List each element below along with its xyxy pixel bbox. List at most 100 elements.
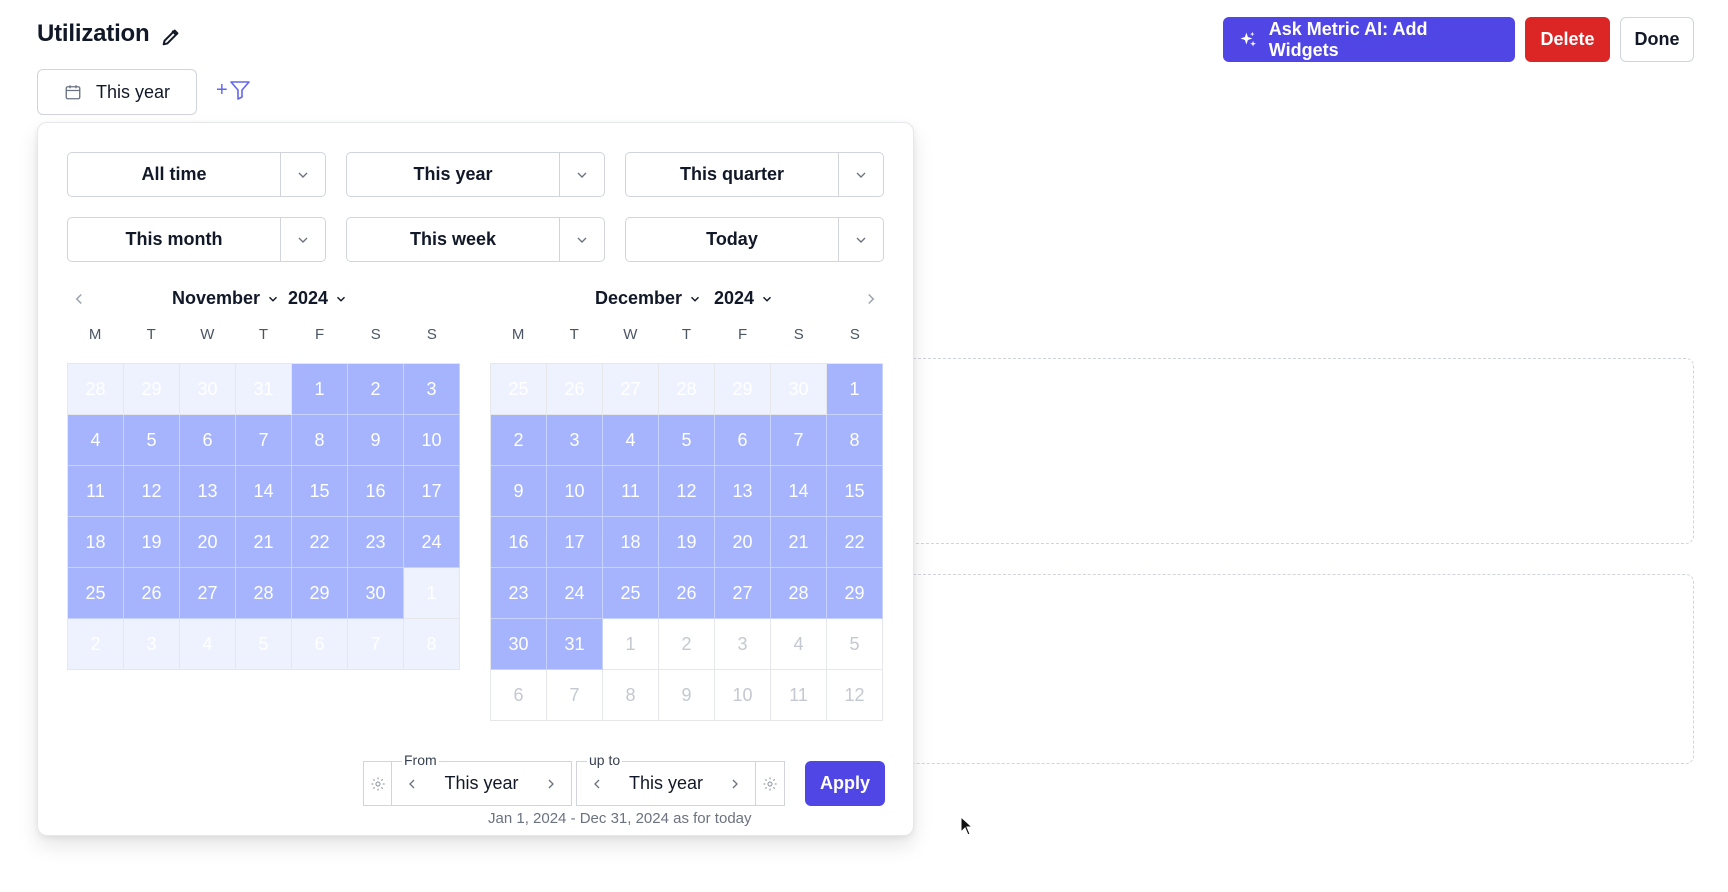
calendar-day[interactable]: 6	[292, 619, 348, 670]
chevron-down-icon[interactable]	[560, 153, 604, 196]
chevron-right-icon[interactable]	[543, 776, 559, 792]
calendar-day[interactable]: 5	[827, 619, 883, 670]
calendar-day[interactable]: 13	[180, 466, 236, 517]
calendar-day[interactable]: 28	[659, 364, 715, 415]
preset-all-time[interactable]: All time	[67, 152, 326, 197]
calendar-day[interactable]: 21	[771, 517, 827, 568]
add-filter-button[interactable]: +	[216, 78, 252, 102]
chevron-down-icon[interactable]	[839, 153, 883, 196]
chevron-down-icon[interactable]	[281, 153, 325, 196]
calendar-day[interactable]: 29	[715, 364, 771, 415]
calendar-day[interactable]: 2	[68, 619, 124, 670]
calendar-day[interactable]: 9	[348, 415, 404, 466]
chevron-left-icon[interactable]	[589, 776, 605, 792]
calendar-day[interactable]: 31	[547, 619, 603, 670]
calendar-day[interactable]: 6	[180, 415, 236, 466]
calendar-day[interactable]: 21	[236, 517, 292, 568]
chevron-right-icon[interactable]	[727, 776, 743, 792]
calendar-day[interactable]: 30	[348, 568, 404, 619]
calendar-day[interactable]: 11	[68, 466, 124, 517]
calendar-day[interactable]: 12	[659, 466, 715, 517]
month-select[interactable]: December	[595, 288, 702, 309]
calendar-day[interactable]: 18	[603, 517, 659, 568]
preset-this-year[interactable]: This year	[346, 152, 605, 197]
preset-this-quarter[interactable]: This quarter	[625, 152, 884, 197]
calendar-day[interactable]: 7	[771, 415, 827, 466]
calendar-day[interactable]: 29	[124, 364, 180, 415]
calendar-day[interactable]: 12	[827, 670, 883, 721]
calendar-day[interactable]: 23	[491, 568, 547, 619]
calendar-day[interactable]: 1	[292, 364, 348, 415]
calendar-day[interactable]: 4	[180, 619, 236, 670]
calendar-day[interactable]: 10	[404, 415, 460, 466]
calendar-day[interactable]: 23	[348, 517, 404, 568]
calendar-day[interactable]: 2	[659, 619, 715, 670]
calendar-day[interactable]: 24	[547, 568, 603, 619]
calendar-day[interactable]: 15	[292, 466, 348, 517]
calendar-day[interactable]: 20	[180, 517, 236, 568]
calendar-day[interactable]: 22	[827, 517, 883, 568]
chevron-left-icon[interactable]	[70, 290, 88, 308]
calendar-day[interactable]: 27	[715, 568, 771, 619]
chevron-down-icon[interactable]	[560, 218, 604, 261]
calendar-day[interactable]: 2	[491, 415, 547, 466]
calendar-day[interactable]: 18	[68, 517, 124, 568]
calendar-day[interactable]: 14	[771, 466, 827, 517]
calendar-day[interactable]: 4	[68, 415, 124, 466]
calendar-day[interactable]: 13	[715, 466, 771, 517]
calendar-day[interactable]: 19	[659, 517, 715, 568]
calendar-day[interactable]: 3	[404, 364, 460, 415]
calendar-day[interactable]: 30	[771, 364, 827, 415]
calendar-day[interactable]: 26	[547, 364, 603, 415]
calendar-day[interactable]: 7	[547, 670, 603, 721]
calendar-day[interactable]: 5	[659, 415, 715, 466]
calendar-day[interactable]: 22	[292, 517, 348, 568]
calendar-day[interactable]: 6	[715, 415, 771, 466]
calendar-day[interactable]: 1	[827, 364, 883, 415]
calendar-day[interactable]: 9	[491, 466, 547, 517]
calendar-day[interactable]: 8	[827, 415, 883, 466]
calendar-day[interactable]: 8	[603, 670, 659, 721]
calendar-day[interactable]: 31	[236, 364, 292, 415]
calendar-day[interactable]: 25	[603, 568, 659, 619]
calendar-day[interactable]: 4	[771, 619, 827, 670]
calendar-day[interactable]: 9	[659, 670, 715, 721]
calendar-day[interactable]: 11	[771, 670, 827, 721]
calendar-day[interactable]: 3	[124, 619, 180, 670]
delete-button[interactable]: Delete	[1525, 17, 1610, 62]
month-select[interactable]: November	[172, 288, 280, 309]
calendar-day[interactable]: 28	[236, 568, 292, 619]
calendar-day[interactable]: 28	[771, 568, 827, 619]
calendar-day[interactable]: 7	[348, 619, 404, 670]
calendar-day[interactable]: 16	[348, 466, 404, 517]
calendar-day[interactable]: 12	[124, 466, 180, 517]
calendar-day[interactable]: 28	[68, 364, 124, 415]
calendar-day[interactable]: 5	[124, 415, 180, 466]
calendar-day[interactable]: 14	[236, 466, 292, 517]
chevron-right-icon[interactable]	[862, 290, 880, 308]
calendar-day[interactable]: 26	[124, 568, 180, 619]
chevron-left-icon[interactable]	[404, 776, 420, 792]
calendar-day[interactable]: 29	[827, 568, 883, 619]
chevron-down-icon[interactable]	[839, 218, 883, 261]
calendar-day[interactable]: 25	[68, 568, 124, 619]
calendar-day[interactable]: 10	[547, 466, 603, 517]
chevron-down-icon[interactable]	[281, 218, 325, 261]
calendar-day[interactable]: 17	[547, 517, 603, 568]
calendar-day[interactable]: 2	[348, 364, 404, 415]
calendar-day[interactable]: 1	[603, 619, 659, 670]
calendar-day[interactable]: 25	[491, 364, 547, 415]
ask-ai-button[interactable]: Ask Metric AI: Add Widgets	[1223, 17, 1515, 62]
calendar-day[interactable]: 30	[491, 619, 547, 670]
calendar-day[interactable]: 27	[180, 568, 236, 619]
done-button[interactable]: Done	[1620, 17, 1694, 62]
calendar-day[interactable]: 19	[124, 517, 180, 568]
calendar-day[interactable]: 3	[547, 415, 603, 466]
from-settings-button[interactable]	[363, 761, 392, 806]
calendar-day[interactable]: 15	[827, 466, 883, 517]
calendar-day[interactable]: 6	[491, 670, 547, 721]
calendar-day[interactable]: 8	[404, 619, 460, 670]
calendar-day[interactable]: 17	[404, 466, 460, 517]
pencil-icon[interactable]	[160, 26, 182, 48]
to-field[interactable]: up to This year	[576, 752, 756, 806]
